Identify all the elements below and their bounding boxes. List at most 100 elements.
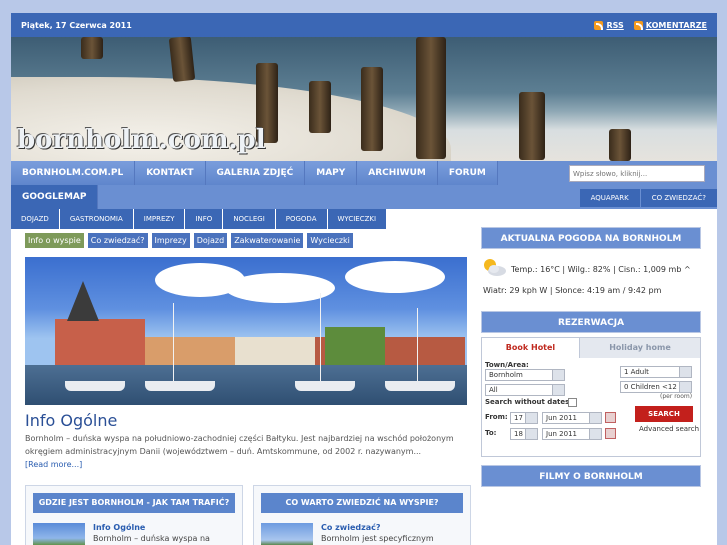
box-what-to-see: CO WARTO ZWIEDZIĆ NA WYSPIE? Co zwiedzać… bbox=[253, 485, 471, 545]
reservation-header: REZERWACJA bbox=[481, 311, 701, 333]
box-header[interactable]: CO WARTO ZWIEDZIĆ NA WYSPIE? bbox=[261, 493, 463, 513]
article-text: Bornholm – duńska wyspa na południowo-za… bbox=[25, 434, 454, 456]
boat bbox=[295, 381, 355, 391]
boat bbox=[145, 381, 215, 391]
from-label: From: bbox=[485, 413, 508, 421]
per-room-label: (per room) bbox=[660, 393, 693, 400]
weather-header: AKTUALNA POGODA NA BORNHOLM bbox=[481, 227, 701, 249]
secnav-imprezy[interactable]: IMPREZY bbox=[133, 209, 185, 229]
nav-item-contact[interactable]: KONTAKT bbox=[135, 161, 206, 185]
tab-imprezy[interactable]: Imprezy bbox=[151, 233, 190, 248]
secnav-noclegi[interactable]: NOCLEGI bbox=[223, 209, 275, 229]
secnav-wycieczki[interactable]: WYCIECZKI bbox=[327, 209, 387, 229]
wooden-post bbox=[416, 37, 446, 159]
site-title: bornholm.com.pl bbox=[17, 125, 266, 155]
wooden-post bbox=[81, 37, 103, 59]
to-month-select[interactable]: Jun 2011 bbox=[542, 428, 602, 440]
tab-zakwaterowanie[interactable]: Zakwaterowanie bbox=[231, 233, 304, 248]
nav-item-maps[interactable]: MAPY bbox=[305, 161, 358, 185]
town-select[interactable]: Bornholm bbox=[485, 369, 565, 381]
top-bar: Piątek, 17 Czerwca 2011 RSS KOMENTARZE bbox=[11, 13, 717, 37]
secnav-info[interactable]: INFO bbox=[185, 209, 223, 229]
town-label: Town/Area: bbox=[485, 361, 529, 369]
comments-link[interactable]: KOMENTARZE bbox=[633, 20, 707, 30]
header-banner: bornholm.com.pl bbox=[11, 37, 717, 161]
date-label: Piątek, 17 Czerwca 2011 bbox=[21, 20, 132, 30]
page: Piątek, 17 Czerwca 2011 RSS KOMENTARZE b… bbox=[11, 13, 717, 545]
read-more-link[interactable]: [Read more...] bbox=[25, 460, 467, 469]
rss-link[interactable]: RSS bbox=[594, 20, 624, 30]
category-tabs: Info o wyspie Co zwiedzać? Imprezy Dojaz… bbox=[25, 233, 467, 248]
tab-info-o-wyspie[interactable]: Info o wyspie bbox=[25, 233, 84, 248]
from-month-select[interactable]: Jun 2011 bbox=[542, 412, 602, 424]
advanced-search-link[interactable]: Advanced search bbox=[639, 425, 699, 433]
from-day-select[interactable]: 17 bbox=[510, 412, 538, 424]
rss-icon bbox=[633, 20, 643, 30]
church-spire bbox=[67, 281, 99, 321]
area-select[interactable]: All bbox=[485, 384, 565, 396]
to-day-select[interactable]: 18 bbox=[510, 428, 538, 440]
box-how-to-get-there: GDZIE JEST BORNHOLM - JAK TAM TRAFIĆ? In… bbox=[25, 485, 243, 545]
calendar-icon[interactable] bbox=[605, 428, 616, 439]
secnav-dojazd[interactable]: DOJAZD bbox=[11, 209, 59, 229]
right-sidebar: AKTUALNA POGODA NA BORNHOLM Temp.: 16°C … bbox=[481, 227, 701, 487]
tab-wycieczki[interactable]: Wycieczki bbox=[307, 233, 353, 248]
main-navigation: BORNHOLM.COM.PL KONTAKT GALERIA ZDJĘĆ MA… bbox=[11, 161, 717, 209]
boat-mast bbox=[320, 293, 321, 383]
rss-link-text[interactable]: RSS bbox=[606, 21, 623, 30]
trees bbox=[325, 327, 385, 367]
children-select[interactable]: 0 Children <12 bbox=[620, 381, 692, 393]
nav-item-home[interactable]: BORNHOLM.COM.PL bbox=[11, 161, 136, 185]
calendar-icon[interactable] bbox=[605, 412, 616, 423]
thumbnail-image[interactable] bbox=[33, 523, 85, 545]
tab-co-zwiedzac[interactable]: Co zwiedzać? bbox=[87, 233, 148, 248]
nav-item-forum[interactable]: FORUM bbox=[437, 161, 498, 185]
building bbox=[145, 337, 235, 367]
weather-line-1: Temp.: 16°C | Wilg.: 82% | Cisn.: 1,009 … bbox=[511, 265, 691, 274]
harbor-photo bbox=[25, 257, 467, 405]
boat-mast bbox=[417, 308, 418, 383]
box-header[interactable]: GDZIE JEST BORNHOLM - JAK TAM TRAFIĆ? bbox=[33, 493, 235, 513]
secnav-gastronomia[interactable]: GASTRONOMIA bbox=[59, 209, 133, 229]
secnav-pogoda[interactable]: POGODA bbox=[275, 209, 327, 229]
wooden-post bbox=[361, 67, 383, 151]
building bbox=[55, 319, 145, 367]
boat bbox=[65, 381, 125, 391]
nav-item-googlemap[interactable]: GOOGLEMAP bbox=[11, 185, 99, 209]
article-title[interactable]: Info Ogólne bbox=[25, 411, 467, 430]
without-dates-checkbox[interactable] bbox=[568, 398, 577, 407]
tab-co-zwiedzac[interactable]: CO ZWIEDZAĆ? bbox=[640, 189, 717, 207]
without-dates-label: Search without dates: bbox=[485, 398, 573, 406]
main-content: Info o wyspie Co zwiedzać? Imprezy Dojaz… bbox=[25, 233, 467, 469]
tab-dojazd[interactable]: Dojazd bbox=[193, 233, 228, 248]
tab-book-hotel[interactable]: Book Hotel bbox=[482, 338, 580, 358]
cloud bbox=[225, 273, 335, 303]
thumbnail-image[interactable] bbox=[261, 523, 313, 545]
partly-cloudy-icon bbox=[484, 259, 506, 276]
rss-icon bbox=[594, 20, 604, 30]
comments-link-text[interactable]: KOMENTARZE bbox=[646, 21, 707, 30]
to-label: To: bbox=[485, 429, 497, 437]
tab-aquapark[interactable]: AQUAPARK bbox=[579, 189, 640, 207]
secondary-navigation: DOJAZD GASTRONOMIA IMPREZY INFO NOCLEGI … bbox=[11, 209, 717, 229]
wooden-post bbox=[609, 129, 631, 161]
boat bbox=[385, 381, 455, 391]
box-item: Info Ogólne Bornholm – duńska wyspa na bbox=[33, 523, 210, 545]
wooden-post bbox=[309, 81, 331, 133]
nav-item-archive[interactable]: ARCHIWUM bbox=[357, 161, 438, 185]
wooden-post bbox=[168, 37, 196, 83]
films-header: FILMY O BORNHOLM bbox=[481, 465, 701, 487]
box-item-text: Bornholm jest specyficznym bbox=[321, 534, 434, 543]
search-input[interactable] bbox=[569, 165, 705, 182]
box-item-title[interactable]: Co zwiedzać? bbox=[321, 523, 434, 532]
nav-item-gallery[interactable]: GALERIA ZDJĘĆ bbox=[205, 161, 306, 185]
box-item-title[interactable]: Info Ogólne bbox=[93, 523, 210, 532]
weather-widget: Temp.: 16°C | Wilg.: 82% | Cisn.: 1,009 … bbox=[481, 249, 701, 311]
boat-mast bbox=[173, 303, 174, 383]
tab-holiday-home[interactable]: Holiday home bbox=[580, 338, 700, 358]
sub-tabs: AQUAPARK CO ZWIEDZAĆ? bbox=[579, 189, 717, 207]
search-button[interactable]: SEARCH bbox=[635, 406, 693, 422]
box-item: Co zwiedzać? Bornholm jest specyficznym bbox=[261, 523, 434, 545]
adults-select[interactable]: 1 Adult bbox=[620, 366, 692, 378]
box-item-text: Bornholm – duńska wyspa na bbox=[93, 534, 210, 543]
